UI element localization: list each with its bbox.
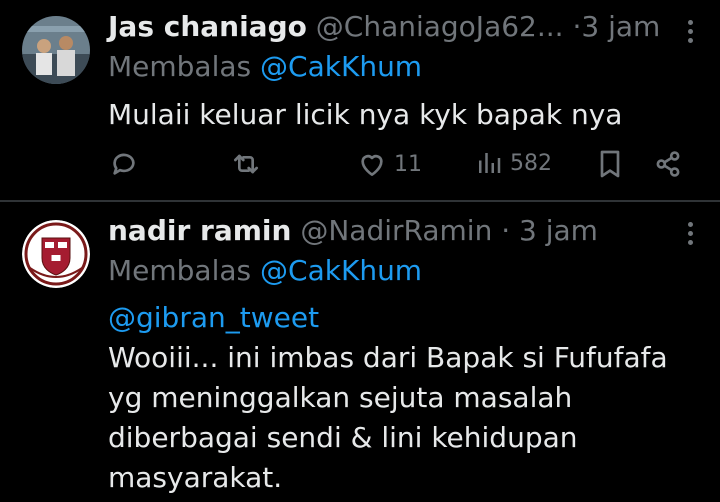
timestamp[interactable]: 3 jam [581,10,660,43]
tweet-line-1: Wooiii... ini imbas dari Bapak si Fufufa… [108,341,668,374]
tweet-line-3: diberbagai sendi & lini kehidupan [108,421,578,454]
more-icon[interactable] [688,222,694,249]
tweet-line-4: masyarakat. [108,461,283,494]
handle[interactable]: @ChaniagoJa62... [316,10,564,43]
tweet-2[interactable]: nadir ramin @NadirRamin · 3 jam Membalas… [0,202,720,502]
retweet-icon [234,154,258,174]
view-count: 582 [510,150,552,176]
views-button[interactable]: 582 [474,148,552,178]
timestamp[interactable]: 3 jam [519,214,598,247]
action-bar: 11 582 [108,148,688,184]
bookmark-button[interactable] [594,148,626,180]
display-name[interactable]: Jas chaniago [108,10,307,43]
bookmark-icon [600,150,620,178]
display-name[interactable]: nadir ramin [108,214,291,247]
reply-context: Membalas @CakKhum [108,254,422,288]
handle[interactable]: @NadirRamin [300,214,492,247]
reply-prefix: Membalas [108,50,252,83]
separator-dot: · [501,214,511,247]
tweet-text: Mulaii keluar licik nya kyk bapak nya [108,98,623,131]
tweet-1[interactable]: Jas chaniago @ChaniagoJa62... ·3 jam Mem… [0,0,720,200]
reply-context: Membalas @CakKhum [108,50,422,84]
reply-prefix: Membalas [108,254,252,287]
tweet-header: nadir ramin @NadirRamin · 3 jam [108,214,598,248]
tweet-text: @gibran_tweet Wooiii... ini imbas dari B… [108,298,668,498]
avatar[interactable] [22,16,90,84]
retweet-button[interactable] [230,148,262,180]
like-button[interactable]: 11 [356,148,422,180]
reply-button[interactable] [108,148,140,180]
reply-to-mention[interactable]: @CakKhum [260,50,422,83]
mention-link[interactable]: @gibran_tweet [108,298,668,338]
reply-icon [113,153,135,175]
like-icon [361,154,383,176]
tweet-line-2: yg meninggalkan sejuta masalah [108,381,573,414]
share-button[interactable] [652,148,684,180]
more-icon[interactable] [688,20,694,47]
avatar-harvard-shield[interactable] [22,220,90,288]
tweet-header: Jas chaniago @ChaniagoJa62... ·3 jam [108,10,660,44]
reply-to-mention[interactable]: @CakKhum [260,254,422,287]
share-icon [656,151,680,177]
like-count: 11 [394,151,422,177]
views-icon [479,153,501,173]
